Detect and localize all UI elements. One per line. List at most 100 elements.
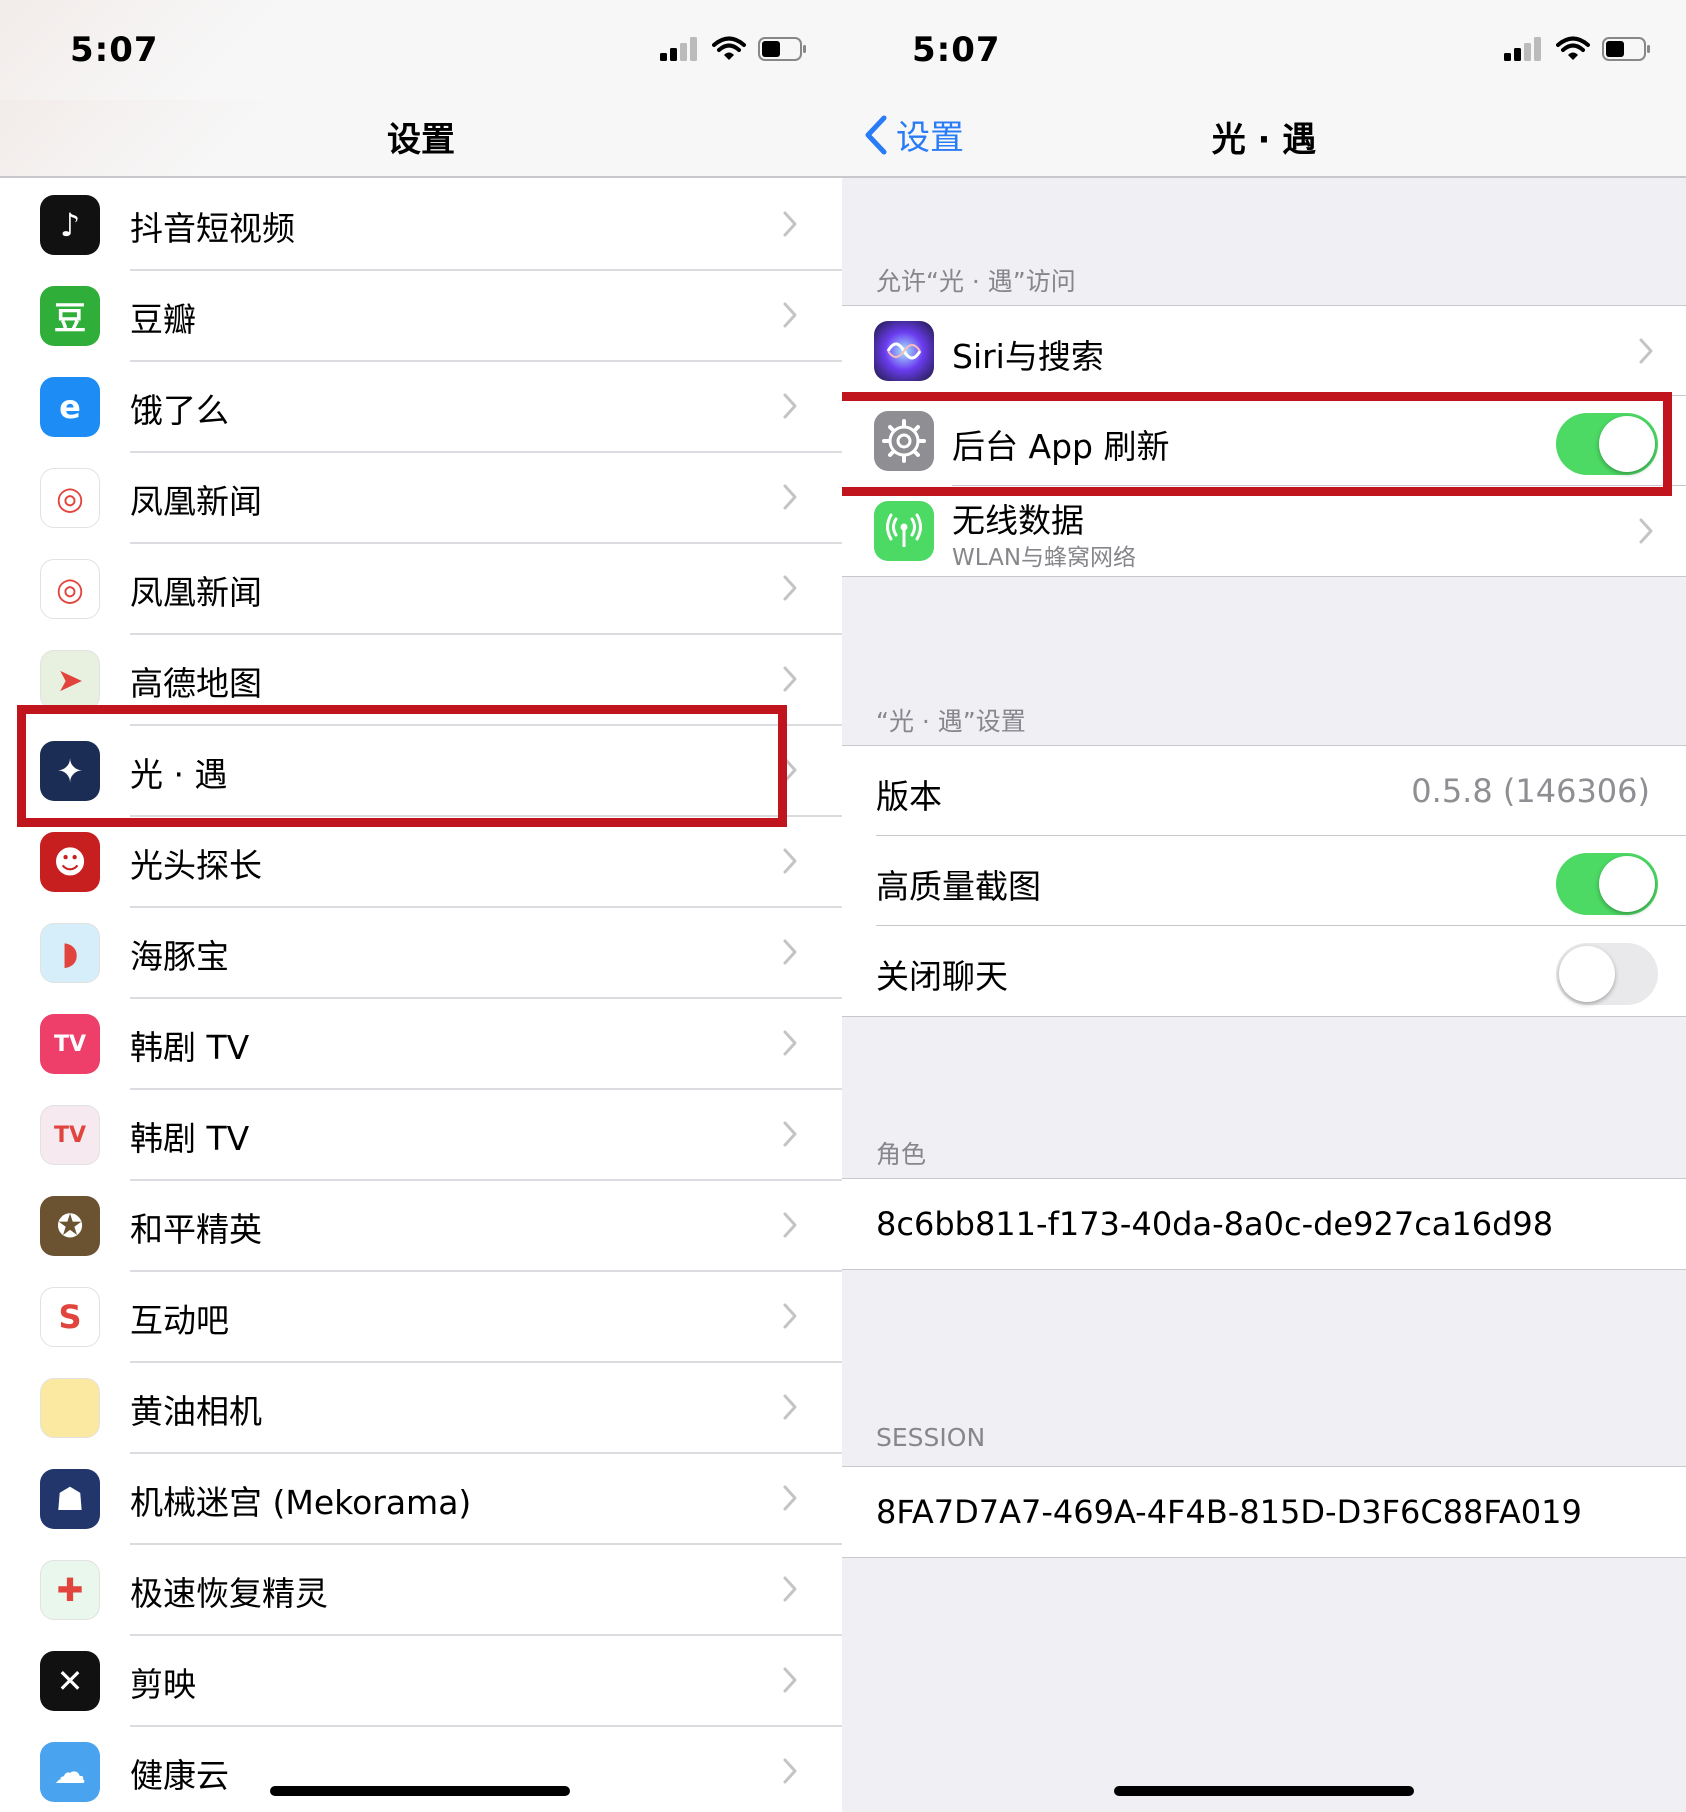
- session-value: 8FA7D7A7-469A-4F4B-815D-D3F6C88FA019: [876, 1493, 1582, 1531]
- eleme-icon: e: [40, 377, 100, 437]
- butter-camera-icon: [40, 1378, 100, 1438]
- app-list-item[interactable]: TV 韩剧 TV: [0, 1090, 842, 1181]
- session-group: 8FA7D7A7-469A-4F4B-815D-D3F6C88FA019: [842, 1466, 1686, 1558]
- cellular-signal-icon: [660, 37, 697, 61]
- app-list-item[interactable]: e 饿了么: [0, 362, 842, 453]
- chevron-right-icon: [783, 1394, 797, 1420]
- chevron-right-icon: [1639, 338, 1653, 364]
- hq-screenshot-label: 高质量截图: [876, 867, 1041, 906]
- app-settings-group: 版本 0.5.8 (146306) 高质量截图 关闭聊天: [842, 745, 1686, 1017]
- app-list-item[interactable]: ✕ 剪映: [0, 1636, 842, 1727]
- health-cloud-icon: ☁: [40, 1742, 100, 1802]
- chevron-right-icon: [783, 211, 797, 237]
- version-value: 0.5.8 (146306): [1411, 772, 1650, 810]
- app-name-label: 健康云: [130, 1756, 229, 1795]
- amap-icon: ➤: [40, 650, 100, 710]
- app-list-item[interactable]: ☁ 健康云: [0, 1727, 842, 1812]
- chevron-right-icon: [783, 1212, 797, 1238]
- wireless-data-subtitle: WLAN与蜂窝网络: [952, 545, 1137, 571]
- nav-bar: 设置: [0, 100, 842, 178]
- hq-screenshot-row: 高质量截图: [842, 836, 1686, 926]
- app-list-item[interactable]: ➤ 高德地图: [0, 635, 842, 726]
- app-name-label: 极速恢复精灵: [130, 1574, 328, 1613]
- page-title: 光 · 遇: [1211, 120, 1317, 160]
- app-list-item[interactable]: ◗ 海豚宝: [0, 908, 842, 999]
- ifeng-news-icon: ◎: [40, 559, 100, 619]
- app-name-label: 剪映: [130, 1665, 196, 1704]
- chevron-right-icon: [783, 302, 797, 328]
- app-name-label: 互动吧: [130, 1301, 229, 1340]
- hudongba-icon: S: [40, 1287, 100, 1347]
- chevron-right-icon: [783, 1576, 797, 1602]
- app-list-item[interactable]: ✚ 极速恢复精灵: [0, 1545, 842, 1636]
- app-name-label: 凤凰新闻: [130, 573, 262, 612]
- app-name-label: 韩剧 TV: [130, 1028, 250, 1067]
- app-list-item[interactable]: S 互动吧: [0, 1272, 842, 1363]
- siri-icon: [874, 321, 934, 381]
- section-header-access: 允许“光 · 遇”访问: [876, 267, 1076, 296]
- recovery-icon: ✚: [40, 1560, 100, 1620]
- role-value: 8c6bb811-f173-40da-8a0c-de927ca16d98: [876, 1205, 1554, 1243]
- app-name-label: 饿了么: [130, 391, 229, 430]
- app-name-label: 光头探长: [130, 846, 262, 885]
- app-name-label: 豆瓣: [130, 300, 196, 339]
- settings-gear-icon: [874, 411, 934, 471]
- ifeng-news-icon: ◎: [40, 468, 100, 528]
- chevron-right-icon: [783, 1303, 797, 1329]
- app-name-label: 黄油相机: [130, 1392, 262, 1431]
- background-refresh-row: 后台 App 刷新: [842, 396, 1686, 486]
- app-list-item[interactable]: ✦ 光 · 遇: [0, 726, 842, 817]
- wireless-data-row[interactable]: 无线数据 WLAN与蜂窝网络: [842, 486, 1686, 576]
- cellular-signal-icon: [1504, 37, 1541, 61]
- mekorama-icon: ☗: [40, 1469, 100, 1529]
- app-list-item[interactable]: ✪ 和平精英: [0, 1181, 842, 1272]
- page-title: 设置: [387, 120, 455, 160]
- sky-game-icon: ✦: [40, 741, 100, 801]
- status-time: 5:07: [912, 30, 1001, 70]
- nav-bar: 设置 光 · 遇: [842, 100, 1686, 178]
- douban-icon: 豆: [40, 286, 100, 346]
- siri-search-label: Siri与搜索: [952, 337, 1104, 376]
- disable-chat-toggle[interactable]: [1556, 943, 1658, 1005]
- app-name-label: 海豚宝: [130, 937, 229, 976]
- app-name-label: 和平精英: [130, 1210, 262, 1249]
- app-list-item[interactable]: ◎ 凤凰新闻: [0, 453, 842, 544]
- app-name-label: 凤凰新闻: [130, 482, 262, 521]
- app-list-item[interactable]: ☻ 光头探长: [0, 817, 842, 908]
- home-indicator: [1114, 1786, 1414, 1796]
- chevron-right-icon: [783, 575, 797, 601]
- section-header-role: 角色: [876, 1140, 927, 1169]
- app-settings-screen: 5:07 设置 光 · 遇 允许“光 · 遇”访问 Siri与搜索 后台 App…: [842, 0, 1686, 1812]
- wifi-icon: [1556, 36, 1590, 60]
- version-row: 版本 0.5.8 (146306): [842, 746, 1686, 836]
- section-header-session: SESSION: [876, 1423, 986, 1452]
- siri-search-row[interactable]: Siri与搜索: [842, 306, 1686, 396]
- battery-icon: [1602, 37, 1650, 61]
- antenna-icon: [874, 501, 934, 561]
- app-list-item[interactable]: 黄油相机: [0, 1363, 842, 1454]
- dolphin-icon: ◗: [40, 923, 100, 983]
- background-refresh-toggle[interactable]: [1556, 413, 1658, 475]
- disable-chat-label: 关闭聊天: [876, 957, 1008, 996]
- status-bar: 5:07: [0, 0, 842, 100]
- app-name-label: 高德地图: [130, 664, 262, 703]
- chevron-right-icon: [783, 1030, 797, 1056]
- hq-screenshot-toggle[interactable]: [1556, 853, 1658, 915]
- app-list-item[interactable]: 豆豆瓣: [0, 271, 842, 362]
- chevron-right-icon: [783, 757, 797, 783]
- app-list-item[interactable]: ♪ 抖音短视频: [0, 180, 842, 271]
- chevron-right-icon: [783, 393, 797, 419]
- app-name-label: 韩剧 TV: [130, 1119, 250, 1158]
- app-list-item[interactable]: ☗ 机械迷宫 (Mekorama): [0, 1454, 842, 1545]
- home-indicator: [270, 1786, 570, 1796]
- role-group: 8c6bb811-f173-40da-8a0c-de927ca16d98: [842, 1178, 1686, 1270]
- disable-chat-row: 关闭聊天: [842, 926, 1686, 1016]
- korean-drama-tv-icon: TV: [40, 1014, 100, 1074]
- app-list-item[interactable]: TV 韩剧 TV: [0, 999, 842, 1090]
- section-header-app-settings: “光 · 遇”设置: [876, 707, 1026, 736]
- app-name-label: 抖音短视频: [130, 209, 295, 248]
- app-settings-list: ♪ 抖音短视频豆豆瓣 e 饿了么 ◎ 凤凰新闻 ◎ 凤凰新闻 ➤ 高德地图 ✦ 光 · 遇 ☻ 光头探长 ◗…: [0, 180, 842, 1812]
- wireless-data-label: 无线数据: [952, 501, 1084, 540]
- app-list-item[interactable]: ◎ 凤凰新闻: [0, 544, 842, 635]
- chevron-right-icon: [783, 1121, 797, 1147]
